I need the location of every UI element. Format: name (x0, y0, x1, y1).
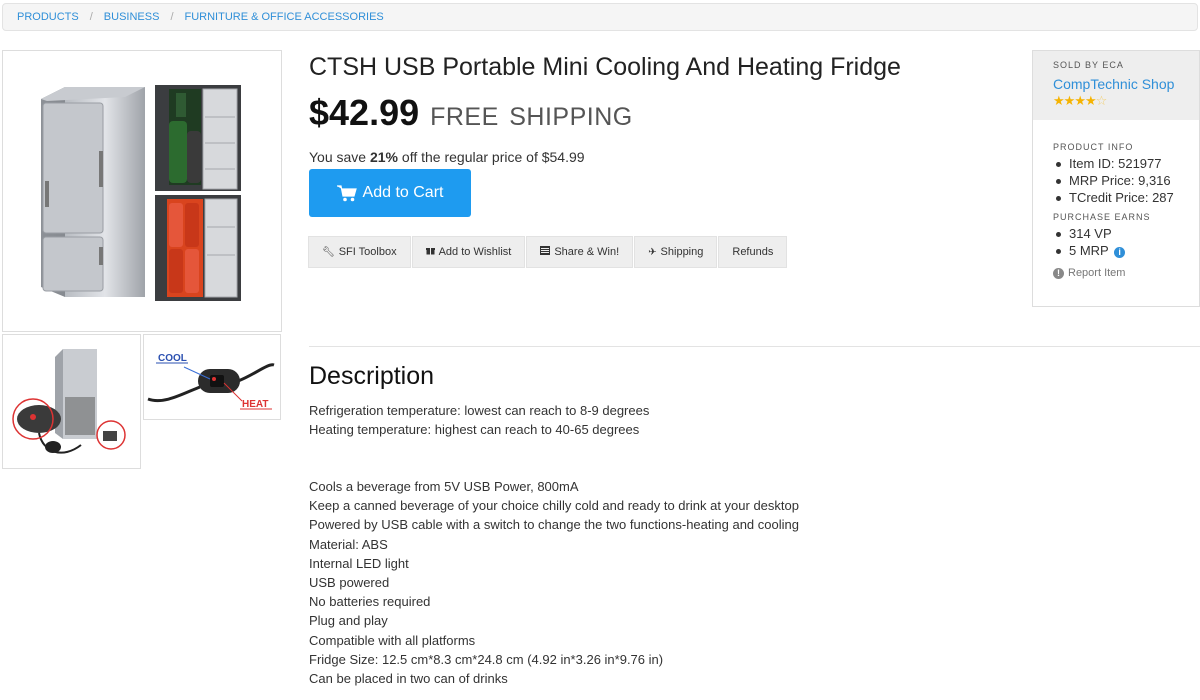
savings-percent: 21% (369, 149, 399, 165)
description-temperature-block: Refrigeration temperature: lowest can re… (309, 401, 649, 439)
share-and-win-label: Share & Win! (554, 246, 620, 258)
description-line: Powered by USB cable with a switch to ch… (309, 517, 799, 533)
price-row: $42.99 FREE SHIPPING (309, 92, 633, 134)
report-item-link[interactable]: ! Report Item (1053, 267, 1199, 279)
add-to-wishlist-label: Add to Wishlist (438, 246, 512, 258)
description-line: Plug and play (309, 613, 388, 629)
description-line: USB powered (309, 575, 390, 591)
breadcrumb-business[interactable]: BUSINESS (104, 11, 160, 23)
description-line: Fridge Size: 12.5 cm*8.3 cm*24.8 cm (4.9… (309, 651, 664, 667)
thumbnail-switch-photo: COOL HEAT (147, 353, 275, 410)
savings-prefix: You save (309, 149, 370, 165)
seller-sidebar: SOLD BY ECA CompTechnic Shop ★★★★☆ PRODU… (1032, 50, 1200, 307)
sfi-toolbox-button[interactable]: 🔧︎ SFI Toolbox (308, 236, 411, 268)
description-line: Compatible with all platforms (309, 632, 476, 648)
star-icon: ★ (1084, 93, 1097, 108)
breadcrumb-separator: / (89, 11, 93, 23)
description-line: Internal LED light (309, 555, 409, 571)
report-item-label: Report Item (1068, 267, 1126, 279)
breadcrumb-separator: / (170, 11, 174, 23)
share-and-win-button[interactable]: Share & Win! (526, 236, 634, 268)
description-line: Can be placed in two can of drinks (309, 671, 508, 687)
sfi-toolbox-label: SFI Toolbox (338, 246, 397, 258)
product-title: CTSH USB Portable Mini Cooling And Heati… (309, 53, 901, 81)
thumbnail-cool-label: COOL (158, 353, 187, 364)
seller-rating: ★★★★☆ (1053, 93, 1199, 109)
share-icon (540, 246, 551, 258)
breadcrumb-products[interactable]: PRODUCTS (17, 11, 79, 23)
star-icon: ★ (1074, 93, 1086, 108)
description-line: Cools a beverage from 5V USB Power, 800m… (309, 479, 579, 494)
section-divider (309, 346, 1200, 347)
purchase-earns-list: 314 VP 5 MRP i (1053, 225, 1199, 259)
add-to-cart-label: Add to Cart (362, 184, 444, 201)
description-line: Keep a canned beverage of your choice ch… (309, 498, 799, 514)
list-item: 5 MRP i (1053, 242, 1199, 259)
savings-text: You save 21% off the regular price of $5… (309, 149, 585, 165)
product-thumbnail[interactable] (2, 334, 141, 469)
product-info-list: Item ID: 521977 MRP Price: 9,316 TCredit… (1053, 155, 1199, 206)
description-line: Refrigeration temperature: lowest can re… (309, 403, 650, 418)
shipping-button-label: Shipping (660, 246, 704, 258)
info-icon[interactable]: i (1114, 247, 1126, 258)
product-price: $42.99 (309, 92, 420, 133)
list-item: 314 VP (1053, 225, 1199, 242)
action-toolbar: 🔧︎ SFI Toolbox Add to Wishlist Share & W… (308, 236, 788, 268)
gift-icon (425, 246, 435, 258)
description-features-block: Cools a beverage from 5V USB Power, 800m… (309, 477, 799, 688)
description-heading: Description (309, 362, 435, 390)
star-empty-icon: ☆ (1095, 93, 1108, 108)
fridge-photo (41, 85, 241, 301)
exclamation-icon: ! (1053, 267, 1064, 279)
description-line: Heating temperature: highest can reach t… (309, 422, 640, 438)
plane-icon: ✈︎ (648, 246, 657, 258)
list-item: MRP Price: 9,316 (1053, 172, 1199, 189)
list-item: TCredit Price: 287 (1053, 189, 1199, 206)
product-thumbnail-switch[interactable]: COOL HEAT (143, 334, 281, 420)
sold-by-label: SOLD BY ECA (1053, 60, 1124, 70)
description-line: No batteries required (309, 594, 431, 610)
product-info-label: PRODUCT INFO (1053, 142, 1134, 152)
list-item: Item ID: 521977 (1053, 155, 1199, 172)
thumbnail-heat-label: HEAT (242, 399, 268, 410)
wrench-icon: 🔧︎ (322, 246, 335, 258)
savings-suffix: off the regular price of $54.99 (398, 149, 585, 165)
refunds-button[interactable]: Refunds (718, 236, 788, 268)
description-line: Material: ABS (309, 536, 388, 552)
star-icon: ★ (1053, 93, 1065, 108)
shop-name-link[interactable]: CompTechnic Shop (1053, 76, 1199, 92)
breadcrumb: PRODUCTS / BUSINESS / FURNITURE & OFFICE… (2, 3, 1198, 31)
refunds-label: Refunds (732, 246, 774, 258)
add-to-cart-button[interactable]: Add to Cart (309, 169, 471, 217)
star-icon: ★ (1063, 93, 1076, 108)
shipping-button[interactable]: ✈︎ Shipping (634, 236, 718, 268)
mrp-earn-value: 5 MRP (1069, 243, 1109, 258)
add-to-wishlist-button[interactable]: Add to Wishlist (411, 236, 526, 268)
thumbnail-fridge-photo (12, 349, 126, 454)
seller-box: SOLD BY ECA CompTechnic Shop ★★★★☆ (1033, 51, 1199, 120)
breadcrumb-furniture[interactable]: FURNITURE & OFFICE ACCESSORIES (185, 11, 384, 23)
product-main-image[interactable] (2, 50, 282, 332)
purchase-earns-label: PURCHASE EARNS (1053, 212, 1151, 222)
cart-icon (336, 184, 357, 201)
shipping-label: FREE SHIPPING (430, 103, 633, 131)
